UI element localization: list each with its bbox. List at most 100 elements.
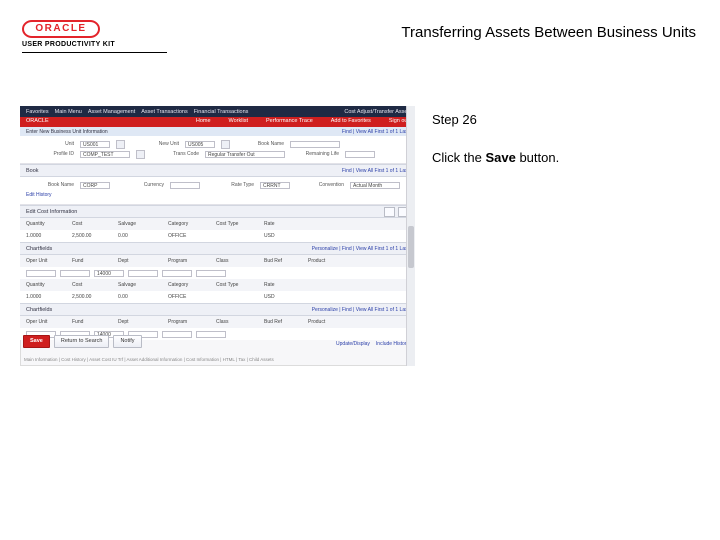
currency-field[interactable] (170, 182, 200, 189)
col-head: Rate (264, 282, 304, 288)
nav-item[interactable]: Asset Transactions (141, 109, 187, 115)
col-head: Program (168, 319, 212, 325)
field-label: Remaining Life (291, 151, 339, 157)
trans-code-field[interactable]: Regular Transfer Out (205, 151, 285, 158)
unit-field[interactable]: US001 (80, 141, 110, 148)
field-label: Unit (26, 141, 74, 147)
cf-cell[interactable] (128, 270, 158, 277)
section-label: Edit Cost Information (26, 209, 77, 215)
brand-divider (22, 52, 167, 53)
col-head: Salvage (118, 282, 164, 288)
field-label: Book Name (26, 182, 74, 188)
page-title: Transferring Assets Between Business Uni… (401, 24, 696, 42)
col-head: Class (216, 319, 260, 325)
col-head: Product (308, 319, 342, 325)
cell: OFFICE (168, 294, 212, 300)
col-head: Bud Ref (264, 319, 304, 325)
col-head: Cost Type (216, 282, 260, 288)
instruction-suffix: button. (516, 150, 559, 165)
nav-item[interactable]: Financial Transactions (194, 109, 249, 115)
col-head: Oper Unit (26, 319, 68, 325)
col-head: Cost (72, 282, 114, 288)
col-head: Bud Ref (264, 258, 304, 264)
col-head: Class (216, 258, 260, 264)
section-chartfields: Chartfields Personalize | Find | View Al… (20, 242, 415, 255)
col-head: Cost Type (216, 221, 260, 227)
cell: OFFICE (168, 233, 212, 239)
nav-item[interactable]: Favorites (26, 109, 49, 115)
lookup-icon[interactable] (116, 140, 125, 149)
lookup-icon[interactable] (136, 150, 145, 159)
col-head: Fund (72, 319, 114, 325)
cell: 0.00 (118, 294, 164, 300)
cf-grid-header: Oper Unit Fund Dept Program Class Bud Re… (20, 255, 415, 267)
cf-cell[interactable] (162, 331, 192, 338)
section-book: Book Find | View All First 1 of 1 Last (20, 164, 415, 177)
grid-personalize-link[interactable]: Personalize | Find | View All First 1 of… (312, 246, 409, 252)
brand-product-line: USER PRODUCTIVITY KIT (22, 40, 162, 49)
nav-item[interactable]: Asset Management (88, 109, 135, 115)
cf-cell[interactable]: 14000 (94, 270, 124, 277)
book-name-field-2[interactable]: CORP (80, 182, 110, 189)
redbar-link[interactable]: Worklist (229, 118, 248, 124)
section-paging[interactable]: Find | View All First 1 of 1 Last (342, 168, 409, 174)
cell: 2,500.00 (72, 294, 114, 300)
cf2-grid-header: Oper Unit Fund Dept Program Class Bud Re… (20, 316, 415, 328)
cost-grid-row: 1.0000 2,500.00 0.00 OFFICE USD (20, 230, 415, 242)
cf-grid-row: 14000 (20, 267, 415, 279)
cell: USD (264, 233, 304, 239)
section-label: Chartfields (26, 307, 52, 313)
col-head: Dept (118, 258, 164, 264)
convention-field[interactable]: Actual Month (350, 182, 400, 189)
remaining-life-field[interactable] (345, 151, 375, 158)
nav-item[interactable]: Main Menu (55, 109, 82, 115)
book-name-field[interactable] (290, 141, 340, 148)
instruction-key: Save (485, 150, 515, 165)
include-history-link[interactable]: Include History (376, 341, 409, 347)
col-head: Quantity (26, 282, 68, 288)
grid-tool-icon[interactable] (384, 207, 395, 217)
save-button[interactable]: Save (23, 335, 50, 348)
cf-cell[interactable] (60, 270, 90, 277)
profile-id-field[interactable]: COMP_TEST (80, 151, 130, 158)
cf-cell[interactable] (26, 270, 56, 277)
breadcrumb-paging[interactable]: Find | View All First 1 of 1 Last (342, 129, 409, 135)
form-band: Unit US001 New Unit US005 Book Name Prof… (20, 136, 415, 164)
col-head: Rate (264, 221, 304, 227)
cell: 1.0000 (26, 294, 68, 300)
col-head: Fund (72, 258, 114, 264)
scrollbar-thumb[interactable] (408, 226, 414, 268)
col-head: Category (168, 282, 212, 288)
col-head: Salvage (118, 221, 164, 227)
grid-personalize-link[interactable]: Personalize | Find | View All First 1 of… (312, 307, 409, 313)
field-label: Convention (296, 182, 344, 188)
red-bar: ORACLE Home Worklist Performance Trace A… (20, 117, 415, 127)
redbar-link[interactable]: Performance Trace (266, 118, 313, 124)
notify-button[interactable]: Notify (113, 335, 141, 348)
cell: 2,500.00 (72, 233, 114, 239)
return-to-search-button[interactable]: Return to Search (54, 335, 110, 348)
lookup-icon[interactable] (221, 140, 230, 149)
rate-type-field[interactable]: CRRNT (260, 182, 290, 189)
vertical-scrollbar[interactable] (406, 106, 415, 366)
cost-grid-header: Quantity Cost Salvage Category Cost Type… (20, 218, 415, 230)
redbar-link[interactable]: Add to Favorites (331, 118, 371, 124)
redbar-link[interactable]: Home (196, 118, 211, 124)
cf-cell[interactable] (196, 331, 226, 338)
cf-cell[interactable] (162, 270, 192, 277)
step-label: Step 26 (432, 112, 477, 128)
cost-history-link[interactable]: Edit History (26, 192, 52, 198)
app-screenshot: Favorites Main Menu Asset Management Ass… (20, 106, 415, 366)
cell: USD (264, 294, 304, 300)
cost2-grid-header: Quantity Cost Salvage Category Cost Type… (20, 279, 415, 291)
cf-cell[interactable] (196, 270, 226, 277)
nav-item[interactable]: Cost Adjust/Transfer Asset (344, 109, 409, 115)
new-unit-field[interactable]: US005 (185, 141, 215, 148)
brand-block: ORACLE USER PRODUCTIVITY KIT (22, 20, 162, 49)
update-display-link[interactable]: Update/Display (336, 341, 370, 347)
cell: 0.00 (118, 233, 164, 239)
oracle-logo: ORACLE (22, 20, 100, 38)
col-head: Category (168, 221, 212, 227)
top-nav: Favorites Main Menu Asset Management Ass… (20, 106, 415, 117)
col-head: Oper Unit (26, 258, 68, 264)
